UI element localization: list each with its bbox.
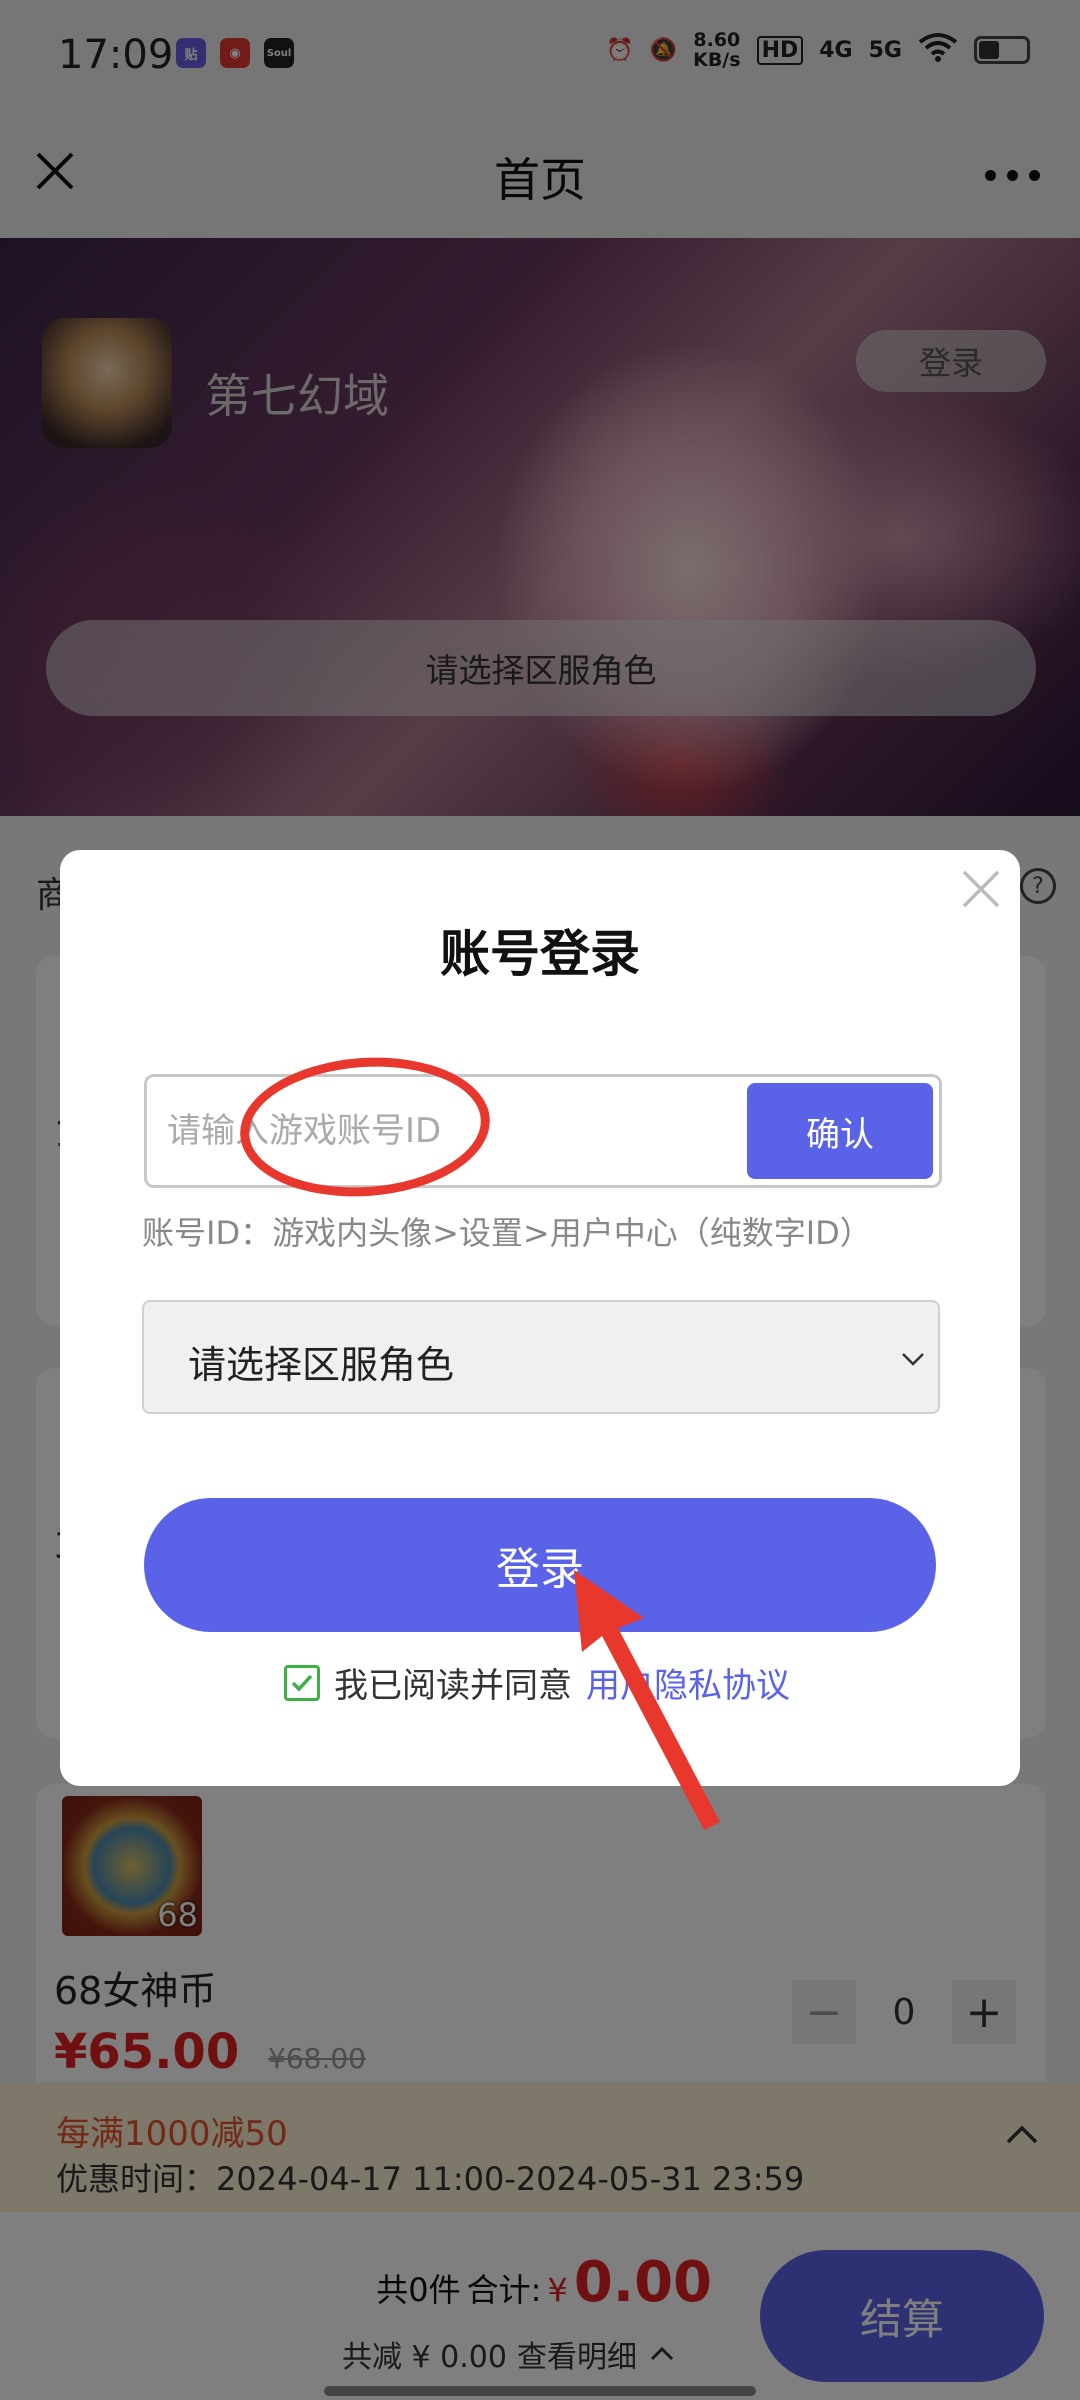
chevron-down-icon (902, 1353, 924, 1366)
check-icon (291, 1674, 313, 1692)
login-dialog: 账号登录 确认 账号ID：游戏内头像>设置>用户中心（纯数字ID） 请选择区服角… (60, 850, 1020, 1786)
role-select-value: 请选择区服角色 (188, 1343, 455, 1387)
login-button[interactable]: 登录 (144, 1498, 936, 1632)
screen: 17:09 贴 ◉ Soul ⏰ 🔕 8.60 KB/s HD 4G 5G 首页 (0, 0, 1080, 2400)
agreement-text: 我已阅读并同意 (334, 1666, 572, 1706)
role-select[interactable]: 请选择区服角色 (142, 1300, 940, 1414)
close-icon[interactable] (958, 866, 1004, 912)
dialog-title: 账号登录 (440, 925, 640, 983)
agreement-checkbox[interactable] (284, 1664, 320, 1701)
annotation-arrow-icon (574, 1570, 720, 1830)
account-id-hint: 账号ID：游戏内头像>设置>用户中心（纯数字ID） (142, 1214, 872, 1252)
confirm-button[interactable]: 确认 (747, 1083, 933, 1179)
